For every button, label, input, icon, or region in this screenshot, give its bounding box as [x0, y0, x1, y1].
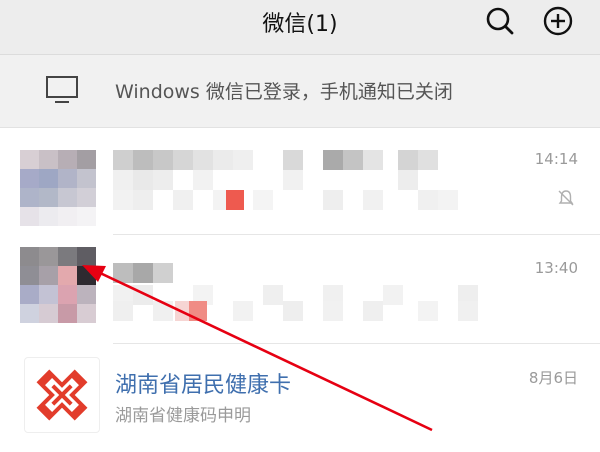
- avatar: [20, 247, 96, 323]
- bell-muted-icon: [558, 190, 574, 206]
- chat-time: 14:14: [534, 150, 578, 168]
- divider: [113, 343, 600, 344]
- top-bar: 微信(1): [0, 0, 600, 55]
- chat-time: 8月6日: [528, 369, 578, 387]
- chat-name: 湖南省居民健康卡: [115, 373, 292, 398]
- avatar: [20, 150, 96, 226]
- search-icon[interactable]: [483, 4, 517, 38]
- desktop-login-banner[interactable]: Windows 微信已登录，手机通知已关闭: [0, 55, 600, 128]
- chat-item[interactable]: 14:14: [0, 128, 600, 235]
- plus-circle-icon[interactable]: [541, 4, 575, 38]
- chat-item[interactable]: 13:40: [0, 237, 600, 344]
- chat-item-health-card[interactable]: 湖南省居民健康卡 湖南省健康码申明 8月6日: [0, 345, 600, 452]
- monitor-icon: [46, 76, 78, 103]
- divider: [113, 234, 600, 235]
- red-cross-logo: [24, 357, 100, 433]
- chat-time: 13:40: [534, 259, 578, 277]
- banner-text: Windows 微信已登录，手机通知已关闭: [115, 81, 453, 103]
- chat-preview: 湖南省健康码申明: [115, 406, 251, 426]
